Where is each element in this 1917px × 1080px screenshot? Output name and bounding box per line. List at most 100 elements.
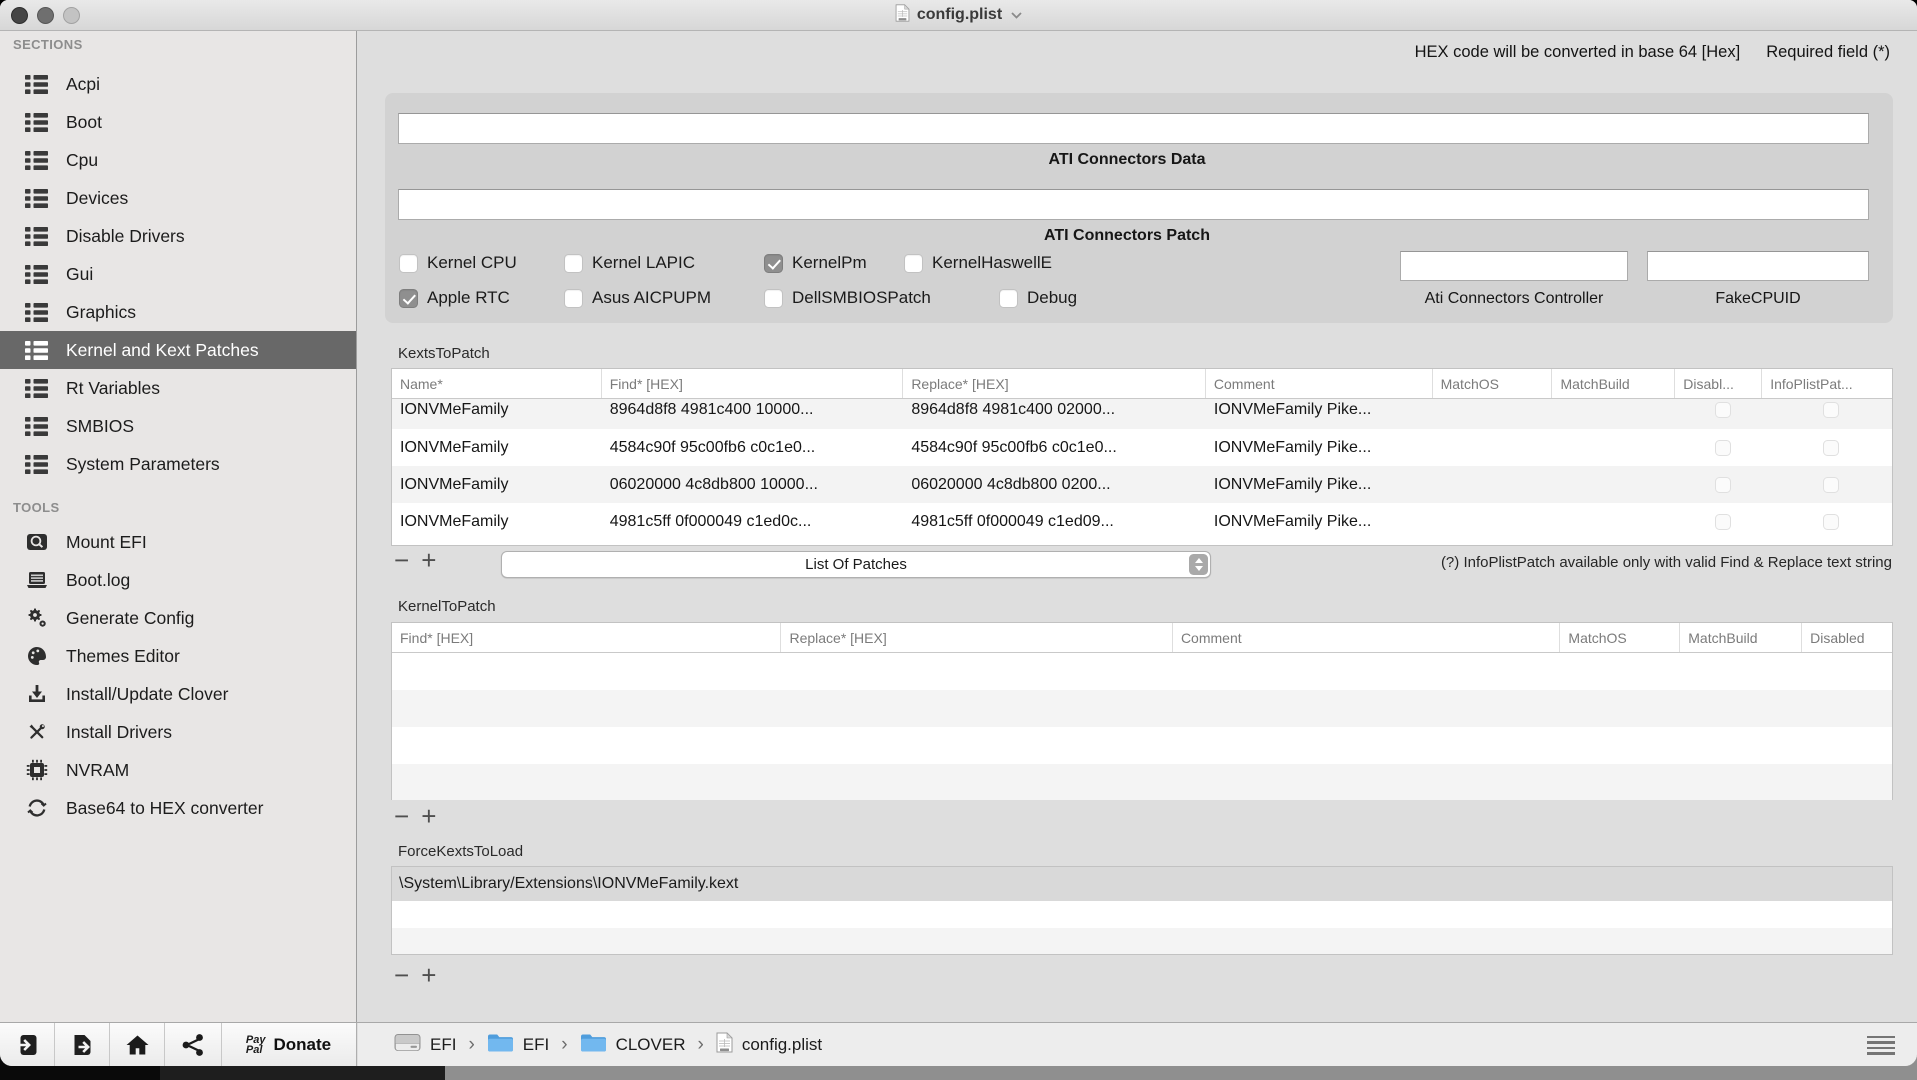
list-icon <box>25 454 55 474</box>
remove-row-button[interactable]: − <box>394 803 409 829</box>
menu-icon[interactable] <box>1867 1036 1895 1055</box>
list-icon <box>25 74 55 94</box>
disabled-checkbox[interactable] <box>1714 439 1731 456</box>
breadcrumb-item-config-plist[interactable]: config.plist <box>716 1031 822 1058</box>
chevron-down-icon <box>1011 6 1022 24</box>
breadcrumb-item-efi-folder[interactable]: EFI <box>487 1032 549 1058</box>
share-button[interactable] <box>165 1023 222 1066</box>
window-title-proxy[interactable]: config.plist <box>0 0 1917 30</box>
list-of-patches-dropdown[interactable]: List Of Patches <box>501 551 1211 578</box>
add-row-button[interactable]: + <box>421 547 436 573</box>
column-header-replace[interactable]: Replace* [HEX] <box>781 623 1173 652</box>
sidebar-item-boot[interactable]: Boot <box>0 103 356 141</box>
column-header-replace[interactable]: Replace* [HEX] <box>903 369 1206 398</box>
tool-item-mount-efi[interactable]: Mount EFI <box>0 523 356 561</box>
apple-rtc-checkbox[interactable]: Apple RTC <box>399 288 564 308</box>
checkbox-icon[interactable] <box>564 288 583 308</box>
column-header-disabled[interactable]: Disabled <box>1802 623 1892 652</box>
import-config-button[interactable] <box>0 1023 55 1066</box>
sections-list: Acpi Boot Cpu Devices Disable Drivers Gu… <box>0 65 356 483</box>
checkbox-icon[interactable] <box>399 253 418 273</box>
remove-row-button[interactable]: − <box>394 962 409 988</box>
tools-list: Mount EFI Boot.log Generate Config Theme… <box>0 523 356 827</box>
breadcrumb-separator: › <box>561 1033 568 1055</box>
sidebar-item-disable-drivers[interactable]: Disable Drivers <box>0 217 356 255</box>
infoplistpatch-checkbox[interactable] <box>1823 401 1840 418</box>
breadcrumb: EFI › EFI › CLOVER › config.plist <box>358 1023 1917 1066</box>
column-header-matchos[interactable]: MatchOS <box>1560 623 1681 652</box>
home-button[interactable] <box>110 1023 165 1066</box>
column-header-disabled[interactable]: Disabl... <box>1675 369 1763 398</box>
tool-item-install-update-clover[interactable]: Install/Update Clover <box>0 675 356 713</box>
paypal-donate-button[interactable]: Pay Pal Donate <box>222 1023 355 1066</box>
table-row[interactable]: IONVMeFamily 4981c5ff 0f000049 c1ed0c...… <box>392 503 1892 540</box>
ati-connectors-data-label: ATI Connectors Data <box>1048 151 1206 168</box>
column-header-find[interactable]: Find* [HEX] <box>602 369 904 398</box>
sidebar-item-acpi[interactable]: Acpi <box>0 65 356 103</box>
sidebar-item-graphics[interactable]: Graphics <box>0 293 356 331</box>
dellsmbiospatch-checkbox[interactable]: DellSMBIOSPatch <box>764 288 999 308</box>
kernel-cpu-checkbox[interactable]: Kernel CPU <box>399 253 564 273</box>
window-title: config.plist <box>916 6 1003 23</box>
force-kexts-add-remove-controls: − + <box>394 962 436 988</box>
export-config-button[interactable] <box>55 1023 110 1066</box>
sidebar-item-kernel-and-kext-patches[interactable]: Kernel and Kext Patches <box>0 331 356 369</box>
sidebar-item-devices[interactable]: Devices <box>0 179 356 217</box>
ati-connectors-patch-input[interactable] <box>398 189 1869 220</box>
tool-item-boot-log[interactable]: Boot.log <box>0 561 356 599</box>
checkbox-icon[interactable] <box>904 253 923 273</box>
checkbox-checked-icon[interactable] <box>764 253 783 273</box>
list-item[interactable]: \System\Library/Extensions\IONVMeFamily.… <box>392 867 1892 901</box>
checkbox-icon[interactable] <box>999 288 1018 308</box>
checkbox-icon[interactable] <box>764 288 783 308</box>
infoplistpatch-checkbox[interactable] <box>1823 513 1840 530</box>
infoplistpatch-checkbox[interactable] <box>1823 439 1840 456</box>
column-header-name[interactable]: Name* <box>392 369 602 398</box>
add-row-button[interactable]: + <box>421 803 436 829</box>
sidebar-item-gui[interactable]: Gui <box>0 255 356 293</box>
disabled-checkbox[interactable] <box>1714 401 1731 418</box>
checkbox-icon[interactable] <box>564 253 583 273</box>
sidebar-item-smbios[interactable]: SMBIOS <box>0 407 356 445</box>
checkbox-checked-icon[interactable] <box>399 288 418 308</box>
tool-item-install-drivers[interactable]: Install Drivers <box>0 713 356 751</box>
tool-item-nvram[interactable]: NVRAM <box>0 751 356 789</box>
fakecpuid-group: FakeCPUID <box>1647 251 1869 308</box>
add-row-button[interactable]: + <box>421 962 436 988</box>
sidebar-item-rt-variables[interactable]: Rt Variables <box>0 369 356 407</box>
column-header-matchbuild[interactable]: MatchBuild <box>1552 369 1676 398</box>
table-row[interactable]: IONVMeFamily 8964d8f8 4981c400 10000... … <box>392 399 1892 429</box>
column-header-matchos[interactable]: MatchOS <box>1433 369 1553 398</box>
fakecpuid-label: FakeCPUID <box>1715 290 1801 307</box>
column-header-find[interactable]: Find* [HEX] <box>392 623 782 652</box>
fakecpuid-input[interactable] <box>1647 251 1869 281</box>
disabled-checkbox[interactable] <box>1714 476 1731 493</box>
asus-aicpupm-checkbox[interactable]: Asus AICPUPM <box>564 288 764 308</box>
ati-connectors-controller-input[interactable] <box>1400 251 1628 281</box>
kernelhaswelle-checkbox[interactable]: KernelHaswellE <box>904 253 1052 273</box>
breadcrumb-item-disk[interactable]: EFI <box>394 1032 456 1058</box>
plist-icon <box>716 1031 733 1058</box>
kernel-table-empty-body[interactable] <box>392 653 1892 800</box>
table-row[interactable]: IONVMeFamily 4584c90f 95c00fb6 c0c1e0...… <box>392 429 1892 466</box>
ati-connectors-data-input[interactable] <box>398 113 1869 144</box>
kernel-lapic-checkbox[interactable]: Kernel LAPIC <box>564 253 764 273</box>
infoplistpatch-checkbox[interactable] <box>1823 476 1840 493</box>
sidebar-item-cpu[interactable]: Cpu <box>0 141 356 179</box>
table-row[interactable]: IONVMeFamily 06020000 4c8db800 10000... … <box>392 466 1892 503</box>
tool-item-generate-config[interactable]: Generate Config <box>0 599 356 637</box>
sidebar-item-system-parameters[interactable]: System Parameters <box>0 445 356 483</box>
column-header-infoplistpatch[interactable]: InfoPlistPat... <box>1762 369 1892 398</box>
column-header-comment[interactable]: Comment <box>1206 369 1433 398</box>
column-header-matchbuild[interactable]: MatchBuild <box>1680 623 1803 652</box>
main-content: HEX code will be converted in base 64 [H… <box>358 31 1917 1022</box>
column-header-comment[interactable]: Comment <box>1173 623 1561 652</box>
remove-row-button[interactable]: − <box>394 547 409 573</box>
tool-item-base64-to-hex[interactable]: Base64 to HEX converter <box>0 789 356 827</box>
title-bar: config.plist <box>0 0 1917 31</box>
kernelpm-checkbox[interactable]: KernelPm <box>764 253 904 273</box>
breadcrumb-item-clover-folder[interactable]: CLOVER <box>580 1032 685 1058</box>
disabled-checkbox[interactable] <box>1714 513 1731 530</box>
debug-checkbox[interactable]: Debug <box>999 288 1077 308</box>
tool-item-themes-editor[interactable]: Themes Editor <box>0 637 356 675</box>
